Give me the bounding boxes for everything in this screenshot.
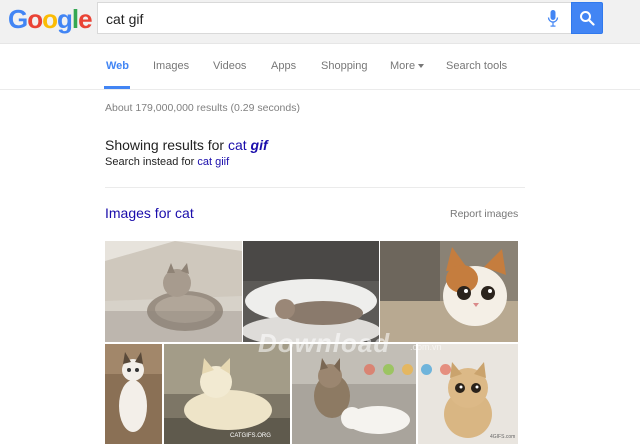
logo-letter: G bbox=[8, 4, 28, 34]
thumb-caption: CATGIFS.ORG bbox=[230, 433, 271, 439]
tab-more-label: More bbox=[390, 60, 416, 72]
search-input[interactable] bbox=[106, 10, 526, 28]
watermark-dot bbox=[421, 364, 432, 375]
report-images-link[interactable]: Report images bbox=[450, 208, 518, 220]
image-thumbnail[interactable]: 4GIFS.com bbox=[418, 344, 518, 444]
watermark-dot bbox=[364, 364, 375, 375]
tab-search-tools[interactable]: Search tools bbox=[446, 60, 507, 72]
tab-videos[interactable]: Videos bbox=[213, 60, 246, 72]
tab-more[interactable]: More bbox=[390, 60, 425, 72]
result-stats: About 179,000,000 results (0.29 seconds) bbox=[105, 102, 300, 114]
tab-shopping[interactable]: Shopping bbox=[321, 60, 368, 72]
logo-letter: o bbox=[27, 4, 43, 34]
watermark-dot bbox=[440, 364, 451, 375]
original-query-link[interactable]: cat giif bbox=[197, 156, 229, 168]
tab-apps[interactable]: Apps bbox=[271, 60, 296, 72]
search-tabs: Web Images Videos Apps Shopping More Sea… bbox=[0, 44, 640, 90]
logo-letter: o bbox=[42, 4, 58, 34]
search-icon bbox=[580, 11, 595, 26]
showing-results: Showing results for cat gif bbox=[105, 137, 268, 153]
image-thumbnail[interactable] bbox=[292, 344, 416, 444]
watermark-dot bbox=[402, 364, 413, 375]
tab-web[interactable]: Web bbox=[106, 60, 129, 72]
search-instead: Search instead for cat giif bbox=[105, 156, 229, 168]
watermark-dot bbox=[383, 364, 394, 375]
logo-letter: g bbox=[57, 4, 73, 34]
search-box bbox=[97, 2, 571, 34]
tab-images[interactable]: Images bbox=[153, 60, 189, 72]
image-thumbnail[interactable] bbox=[105, 344, 162, 444]
showing-prefix: Showing results for bbox=[105, 137, 225, 153]
corrected-word: cat bbox=[227, 137, 247, 153]
mic-icon[interactable] bbox=[547, 9, 559, 29]
watermark-domain: .com.vn bbox=[410, 342, 442, 352]
logo-letter: e bbox=[78, 4, 93, 34]
image-thumbnail[interactable] bbox=[380, 241, 518, 342]
corrected-word-bold: gif bbox=[250, 137, 268, 153]
thumb-caption: 4GIFS.com bbox=[490, 434, 516, 440]
google-logo[interactable]: Google bbox=[8, 4, 93, 35]
image-thumbnail[interactable] bbox=[243, 241, 379, 342]
download-watermark: Download bbox=[258, 328, 391, 358]
image-thumbnail[interactable]: CATGIFS.ORG bbox=[164, 344, 290, 444]
divider bbox=[105, 187, 525, 188]
watermark-dots bbox=[364, 362, 459, 380]
instead-prefix: Search instead for bbox=[105, 156, 195, 168]
corrected-query-link[interactable]: cat gif bbox=[228, 137, 268, 153]
active-tab-indicator bbox=[104, 86, 130, 89]
search-button[interactable] bbox=[571, 2, 603, 34]
caret-down-icon bbox=[418, 64, 425, 69]
images-section-title[interactable]: Images for cat bbox=[105, 205, 194, 221]
header-bar: Google bbox=[0, 0, 640, 44]
image-thumbnail[interactable] bbox=[105, 241, 242, 342]
